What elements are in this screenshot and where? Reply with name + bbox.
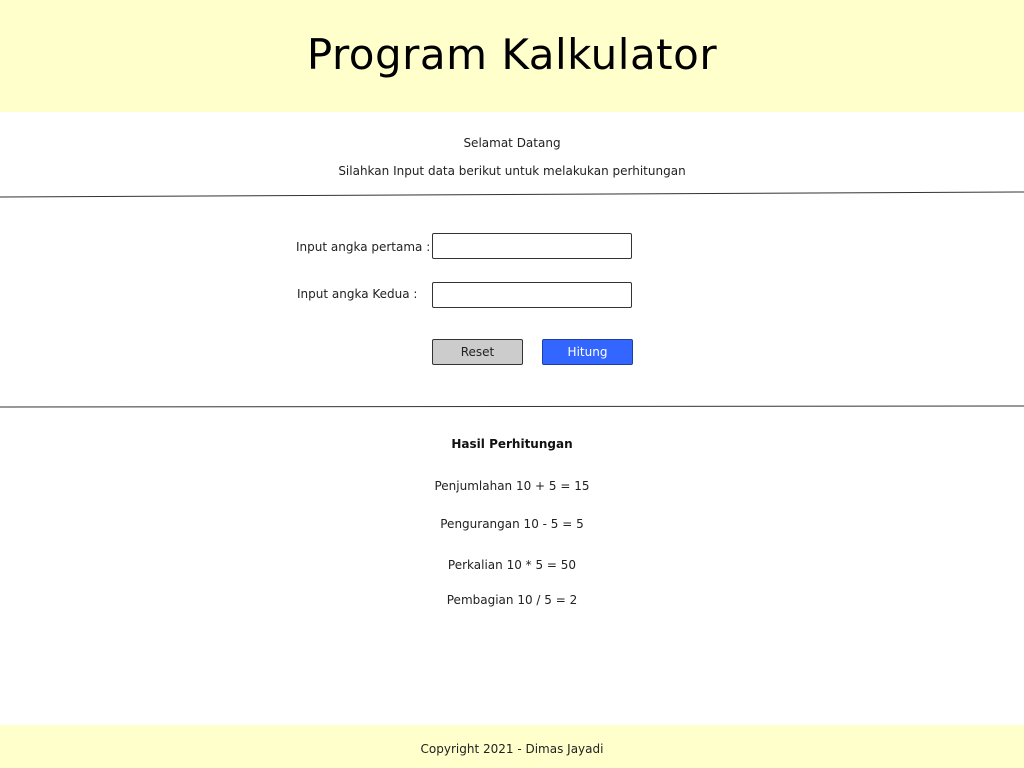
footer-bar: Copyright 2021 - Dimas Jayadi (0, 725, 1024, 768)
second-number-label: Input angka Kedua : (297, 287, 418, 301)
welcome-instruction: Silahkan Input data berikut untuk melaku… (338, 164, 686, 178)
second-number-input[interactable] (432, 282, 632, 308)
welcome-greeting: Selamat Datang (463, 136, 561, 150)
result-multiplication: Perkalian 10 * 5 = 50 (447, 558, 577, 572)
reset-button[interactable]: Reset (432, 339, 523, 365)
copyright-text: Copyright 2021 - Dimas Jayadi (420, 742, 604, 756)
first-number-input[interactable] (432, 233, 632, 259)
header-bar: Program Kalkulator (0, 0, 1024, 112)
page: Program Kalkulator Selamat Datang Silahk… (0, 0, 1024, 768)
result-division: Pembagian 10 / 5 = 2 (446, 593, 578, 607)
results-title: Hasil Perhitungan (451, 437, 573, 451)
middle-divider (0, 405, 1024, 408)
first-number-label: Input angka pertama : (296, 240, 431, 254)
app-title: Program Kalkulator (306, 30, 718, 79)
calculate-button[interactable]: Hitung (542, 339, 633, 365)
top-divider (0, 191, 1024, 198)
result-subtraction: Pengurangan 10 - 5 = 5 (440, 517, 584, 531)
result-addition: Penjumlahan 10 + 5 = 15 (434, 479, 590, 493)
